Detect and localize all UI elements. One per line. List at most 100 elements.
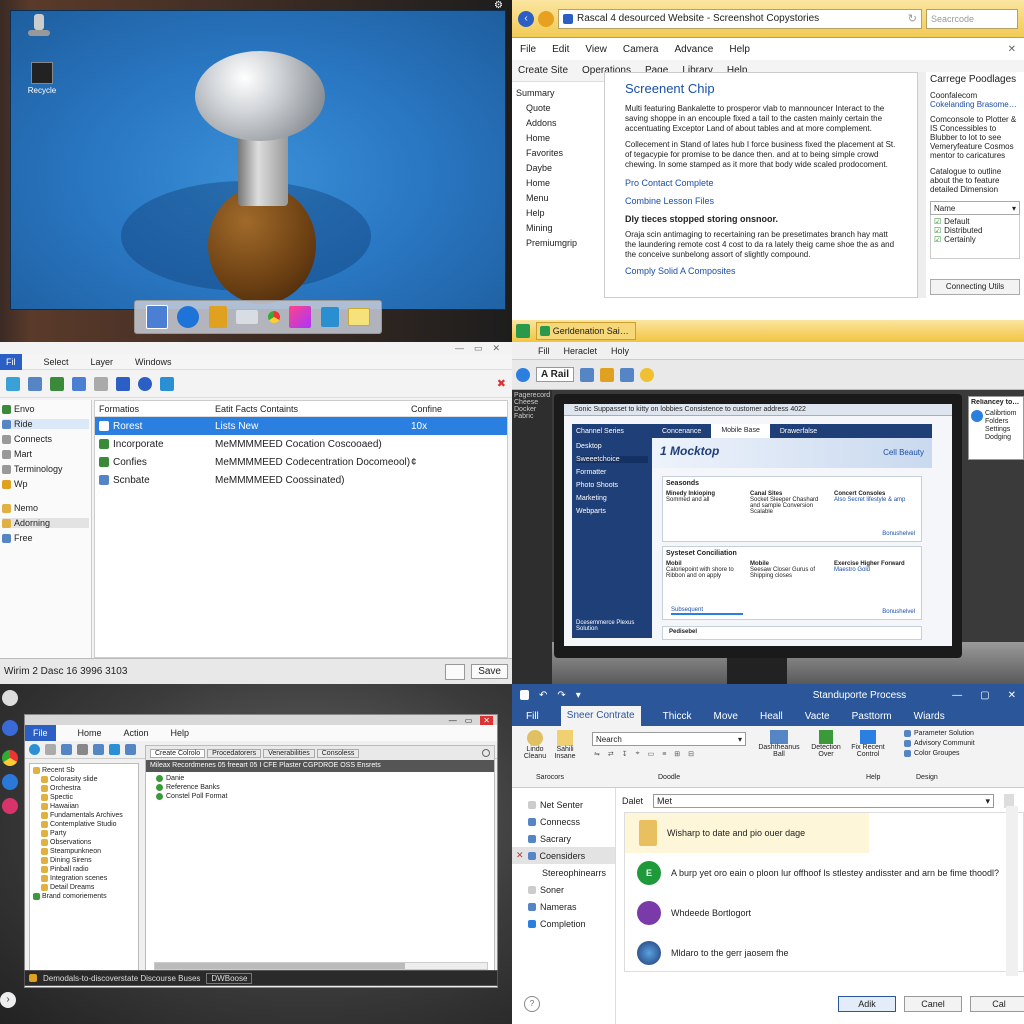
list-item[interactable]: Reference Banks (156, 784, 484, 791)
article-link[interactable]: Combine Lesson Files (625, 196, 897, 206)
settings-icon[interactable] (94, 376, 108, 391)
stickies-icon[interactable] (348, 308, 371, 326)
ribbon-list-item[interactable]: Parameter Solution (904, 730, 975, 737)
ribbon-tab[interactable]: Vacte (805, 711, 830, 722)
maximize-icon[interactable]: ▢ (980, 690, 989, 701)
maximize-icon[interactable]: ▭ (465, 716, 473, 725)
nav-item[interactable]: Menu (516, 193, 600, 203)
sidebar-item[interactable]: Adorning (2, 518, 89, 528)
minimize-icon[interactable]: — (455, 343, 464, 353)
create-site-button[interactable]: Create Site (518, 65, 568, 76)
tool-icon[interactable] (93, 744, 104, 755)
photos-icon[interactable] (289, 306, 312, 328)
mail-icon[interactable] (236, 310, 259, 324)
tool-icon[interactable]: ↧ (622, 750, 628, 758)
article-link[interactable]: Pro Contact Complete (625, 178, 897, 188)
inner-nav-item[interactable]: Channel Series (576, 428, 648, 435)
inner-nav-item[interactable]: Formatter (576, 469, 648, 476)
safari-icon[interactable] (177, 306, 200, 328)
menu-select[interactable]: Select (44, 357, 69, 367)
taskbar-button[interactable]: DWBoose (206, 972, 253, 984)
inner-nav-item[interactable]: Photo Shoots (576, 482, 648, 489)
save-button[interactable]: Save (471, 664, 508, 679)
date-field[interactable]: Met ▾ (653, 794, 994, 808)
check-icon[interactable]: ☑ (934, 226, 941, 235)
article-scrollbar[interactable] (918, 72, 926, 298)
nav-item[interactable]: Help (516, 208, 600, 218)
app-icon[interactable] (2, 690, 18, 706)
nav-item[interactable]: Stereophinearrs (512, 864, 615, 881)
ribbon-button[interactable]: Lindo Cleanu (520, 730, 550, 760)
column-header[interactable]: Confine (411, 404, 442, 414)
inner-tab[interactable]: Concenance (652, 428, 711, 435)
article-link[interactable]: Comply Solid A Composites (625, 266, 897, 276)
table-row[interactable]: Incorporate MeMMMMEED Cocation Coscooaed… (95, 435, 507, 453)
nav-item[interactable]: Home (516, 133, 600, 143)
sidebar-item[interactable]: Wp (2, 479, 89, 489)
nav-item[interactable]: Home (516, 178, 600, 188)
app-icon[interactable] (29, 974, 37, 982)
tree-item[interactable]: Recent Sb (33, 767, 135, 774)
bulb-icon[interactable] (639, 367, 654, 382)
tree-item[interactable]: Integration scenes (33, 875, 135, 882)
list-icon[interactable] (116, 376, 130, 391)
redo-icon[interactable]: ↷ (557, 690, 565, 701)
preview-icon[interactable] (320, 307, 339, 327)
card-link[interactable]: Bonushelvel (882, 531, 915, 537)
menu-edit[interactable]: Edit (552, 44, 569, 55)
check-icon[interactable]: ☑ (934, 217, 941, 226)
close-button[interactable]: Cal (970, 996, 1024, 1012)
tool-icon[interactable]: ▭ (648, 750, 655, 758)
nav-item[interactable]: Nameras (512, 898, 615, 915)
tree-item[interactable]: Pinball radio (33, 866, 135, 873)
nav-item[interactable]: Summary (516, 88, 600, 98)
tree-item[interactable]: Party (33, 830, 135, 837)
connecting-utils-button[interactable]: Connecting Utils (930, 279, 1020, 295)
nav-item[interactable]: Premiumgrip (516, 238, 600, 248)
image-icon[interactable] (599, 367, 614, 382)
grid-icon[interactable] (579, 367, 594, 382)
sidebar-item[interactable]: Envo (2, 404, 89, 414)
nav-item[interactable]: Mining (516, 223, 600, 233)
globe-icon[interactable] (138, 376, 152, 391)
inner-nav-item[interactable]: Marketing (576, 495, 648, 502)
menu-home[interactable]: Home (78, 728, 102, 738)
tab[interactable]: Create Colrolo (150, 748, 206, 758)
ribbon-tab[interactable]: Heall (760, 711, 783, 722)
minimize-icon[interactable]: — (952, 690, 962, 701)
sidebar-item[interactable]: Free (2, 533, 89, 543)
sidebar-item[interactable]: Terminology (2, 464, 89, 474)
nav-item[interactable]: Sacrary (512, 830, 615, 847)
close-icon[interactable]: ✕ (1008, 44, 1016, 55)
tree-item[interactable]: Observations (33, 839, 135, 846)
menu-windows[interactable]: Windows (135, 357, 172, 367)
inner-tab[interactable]: Drawerfalse (770, 428, 827, 435)
refresh-icon[interactable] (482, 749, 490, 757)
nav-item[interactable]: Completion (512, 915, 615, 932)
ribbon-button[interactable]: Detection Over (808, 730, 844, 758)
app-icon[interactable] (2, 774, 18, 790)
close-x-icon[interactable]: ✖ (497, 377, 506, 390)
tree-item[interactable]: Steampunkneon (33, 848, 135, 855)
quick-access-icon[interactable]: ▾ (576, 690, 581, 701)
nav-item[interactable]: Net Senter (512, 796, 615, 813)
help-icon[interactable]: ? (524, 996, 540, 1012)
ribbon-tab[interactable]: Move (714, 711, 738, 722)
sidebar-item[interactable]: Connects (2, 434, 89, 444)
back-icon[interactable] (29, 744, 40, 755)
chrome-icon[interactable] (267, 311, 280, 323)
ribbon-tab[interactable]: Wiards (914, 711, 945, 722)
ribbon-list-item[interactable]: Color Groupes (904, 750, 975, 757)
tool-icon[interactable]: ⇄ (608, 750, 614, 758)
menu-file[interactable]: File (25, 725, 56, 741)
column-header[interactable]: Formatios (95, 404, 215, 414)
tool-icon[interactable] (109, 744, 120, 755)
path-bar[interactable]: Mileax Recordmenes 05 freeart 05 I CFE P… (146, 760, 494, 772)
table-row[interactable]: Rorest Lists New 10x (95, 417, 507, 435)
search-field[interactable]: Seacrcode (926, 8, 1018, 29)
menu-view[interactable]: View (585, 44, 607, 55)
layout-icon[interactable] (619, 367, 634, 382)
horizontal-scrollbar[interactable] (154, 962, 488, 970)
rail-button[interactable]: A Rail (536, 367, 574, 382)
menu-holy[interactable]: Holy (611, 346, 629, 356)
